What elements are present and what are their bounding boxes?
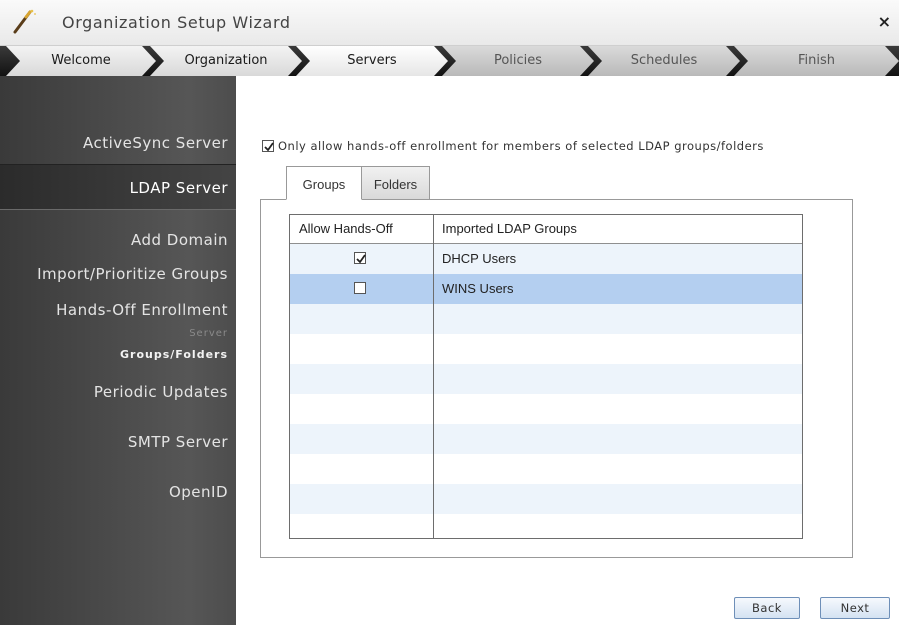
empty-row [290, 424, 802, 454]
table-row[interactable]: DHCP Users [290, 244, 802, 274]
restrict-enrollment-option: Only allow hands-off enrollment for memb… [262, 139, 764, 153]
sidebar-item-periodic-updates[interactable]: Periodic Updates [94, 383, 228, 401]
wand-icon [13, 9, 36, 34]
step-welcome[interactable]: Welcome [6, 46, 156, 76]
checkmark-icon [264, 142, 274, 152]
close-icon[interactable]: × [878, 12, 891, 31]
sidebar-subitem-groups-folders[interactable]: Groups/Folders [120, 348, 228, 361]
sidebar-item-openid[interactable]: OpenID [169, 483, 228, 501]
column-header-imported-ldap-groups[interactable]: Imported LDAP Groups [433, 215, 577, 243]
step-servers[interactable]: Servers [296, 46, 448, 76]
checkmark-icon [356, 254, 366, 264]
step-schedules[interactable]: Schedules [588, 46, 740, 76]
next-button[interactable]: Next [820, 597, 890, 619]
sidebar-item-ldap-server[interactable]: LDAP Server [0, 164, 236, 210]
allow-hands-off-checkbox[interactable] [354, 252, 366, 264]
empty-row [290, 364, 802, 394]
empty-row [290, 514, 802, 538]
sidebar: ActiveSync Server LDAP Server Add Domain… [0, 76, 236, 625]
allow-hands-off-checkbox[interactable] [354, 282, 366, 294]
sidebar-item-hands-off-enrollment[interactable]: Hands-Off Enrollment [56, 301, 228, 319]
table-header: Allow Hands-Off Imported LDAP Groups [290, 215, 802, 244]
ldap-groups-table: Allow Hands-Off Imported LDAP Groups DHC… [289, 214, 803, 539]
empty-row [290, 304, 802, 334]
restrict-enrollment-checkbox[interactable] [262, 140, 274, 152]
sidebar-subitem-server[interactable]: Server [189, 328, 228, 339]
empty-row [290, 484, 802, 514]
table-row[interactable]: WINS Users [290, 274, 802, 304]
empty-row [290, 334, 802, 364]
groups-tab-panel: Allow Hands-Off Imported LDAP Groups DHC… [260, 199, 853, 558]
tab-groups[interactable]: Groups [286, 166, 362, 200]
sidebar-item-smtp-server[interactable]: SMTP Server [128, 433, 228, 451]
step-organization[interactable]: Organization [150, 46, 302, 76]
wizard-steps: Welcome Organization Servers Policies Sc… [0, 46, 899, 76]
empty-row [290, 394, 802, 424]
window-title: Organization Setup Wizard [62, 13, 291, 32]
step-policies[interactable]: Policies [442, 46, 594, 76]
group-name: DHCP Users [442, 251, 517, 266]
sidebar-item-add-domain[interactable]: Add Domain [131, 231, 228, 249]
tab-folders[interactable]: Folders [362, 166, 430, 200]
main-content: Only allow hands-off enrollment for memb… [236, 76, 899, 625]
sidebar-item-import-prioritize-groups[interactable]: Import/Prioritize Groups [37, 265, 228, 283]
column-header-allow-hands-off[interactable]: Allow Hands-Off [290, 215, 433, 243]
empty-row [290, 454, 802, 484]
back-button[interactable]: Back [734, 597, 800, 619]
title-bar: Organization Setup Wizard × [0, 0, 899, 46]
restrict-enrollment-label: Only allow hands-off enrollment for memb… [278, 139, 764, 153]
step-finish[interactable]: Finish [734, 46, 899, 76]
column-divider [433, 215, 434, 538]
group-name: WINS Users [442, 281, 514, 296]
sidebar-item-activesync-server[interactable]: ActiveSync Server [83, 134, 228, 152]
